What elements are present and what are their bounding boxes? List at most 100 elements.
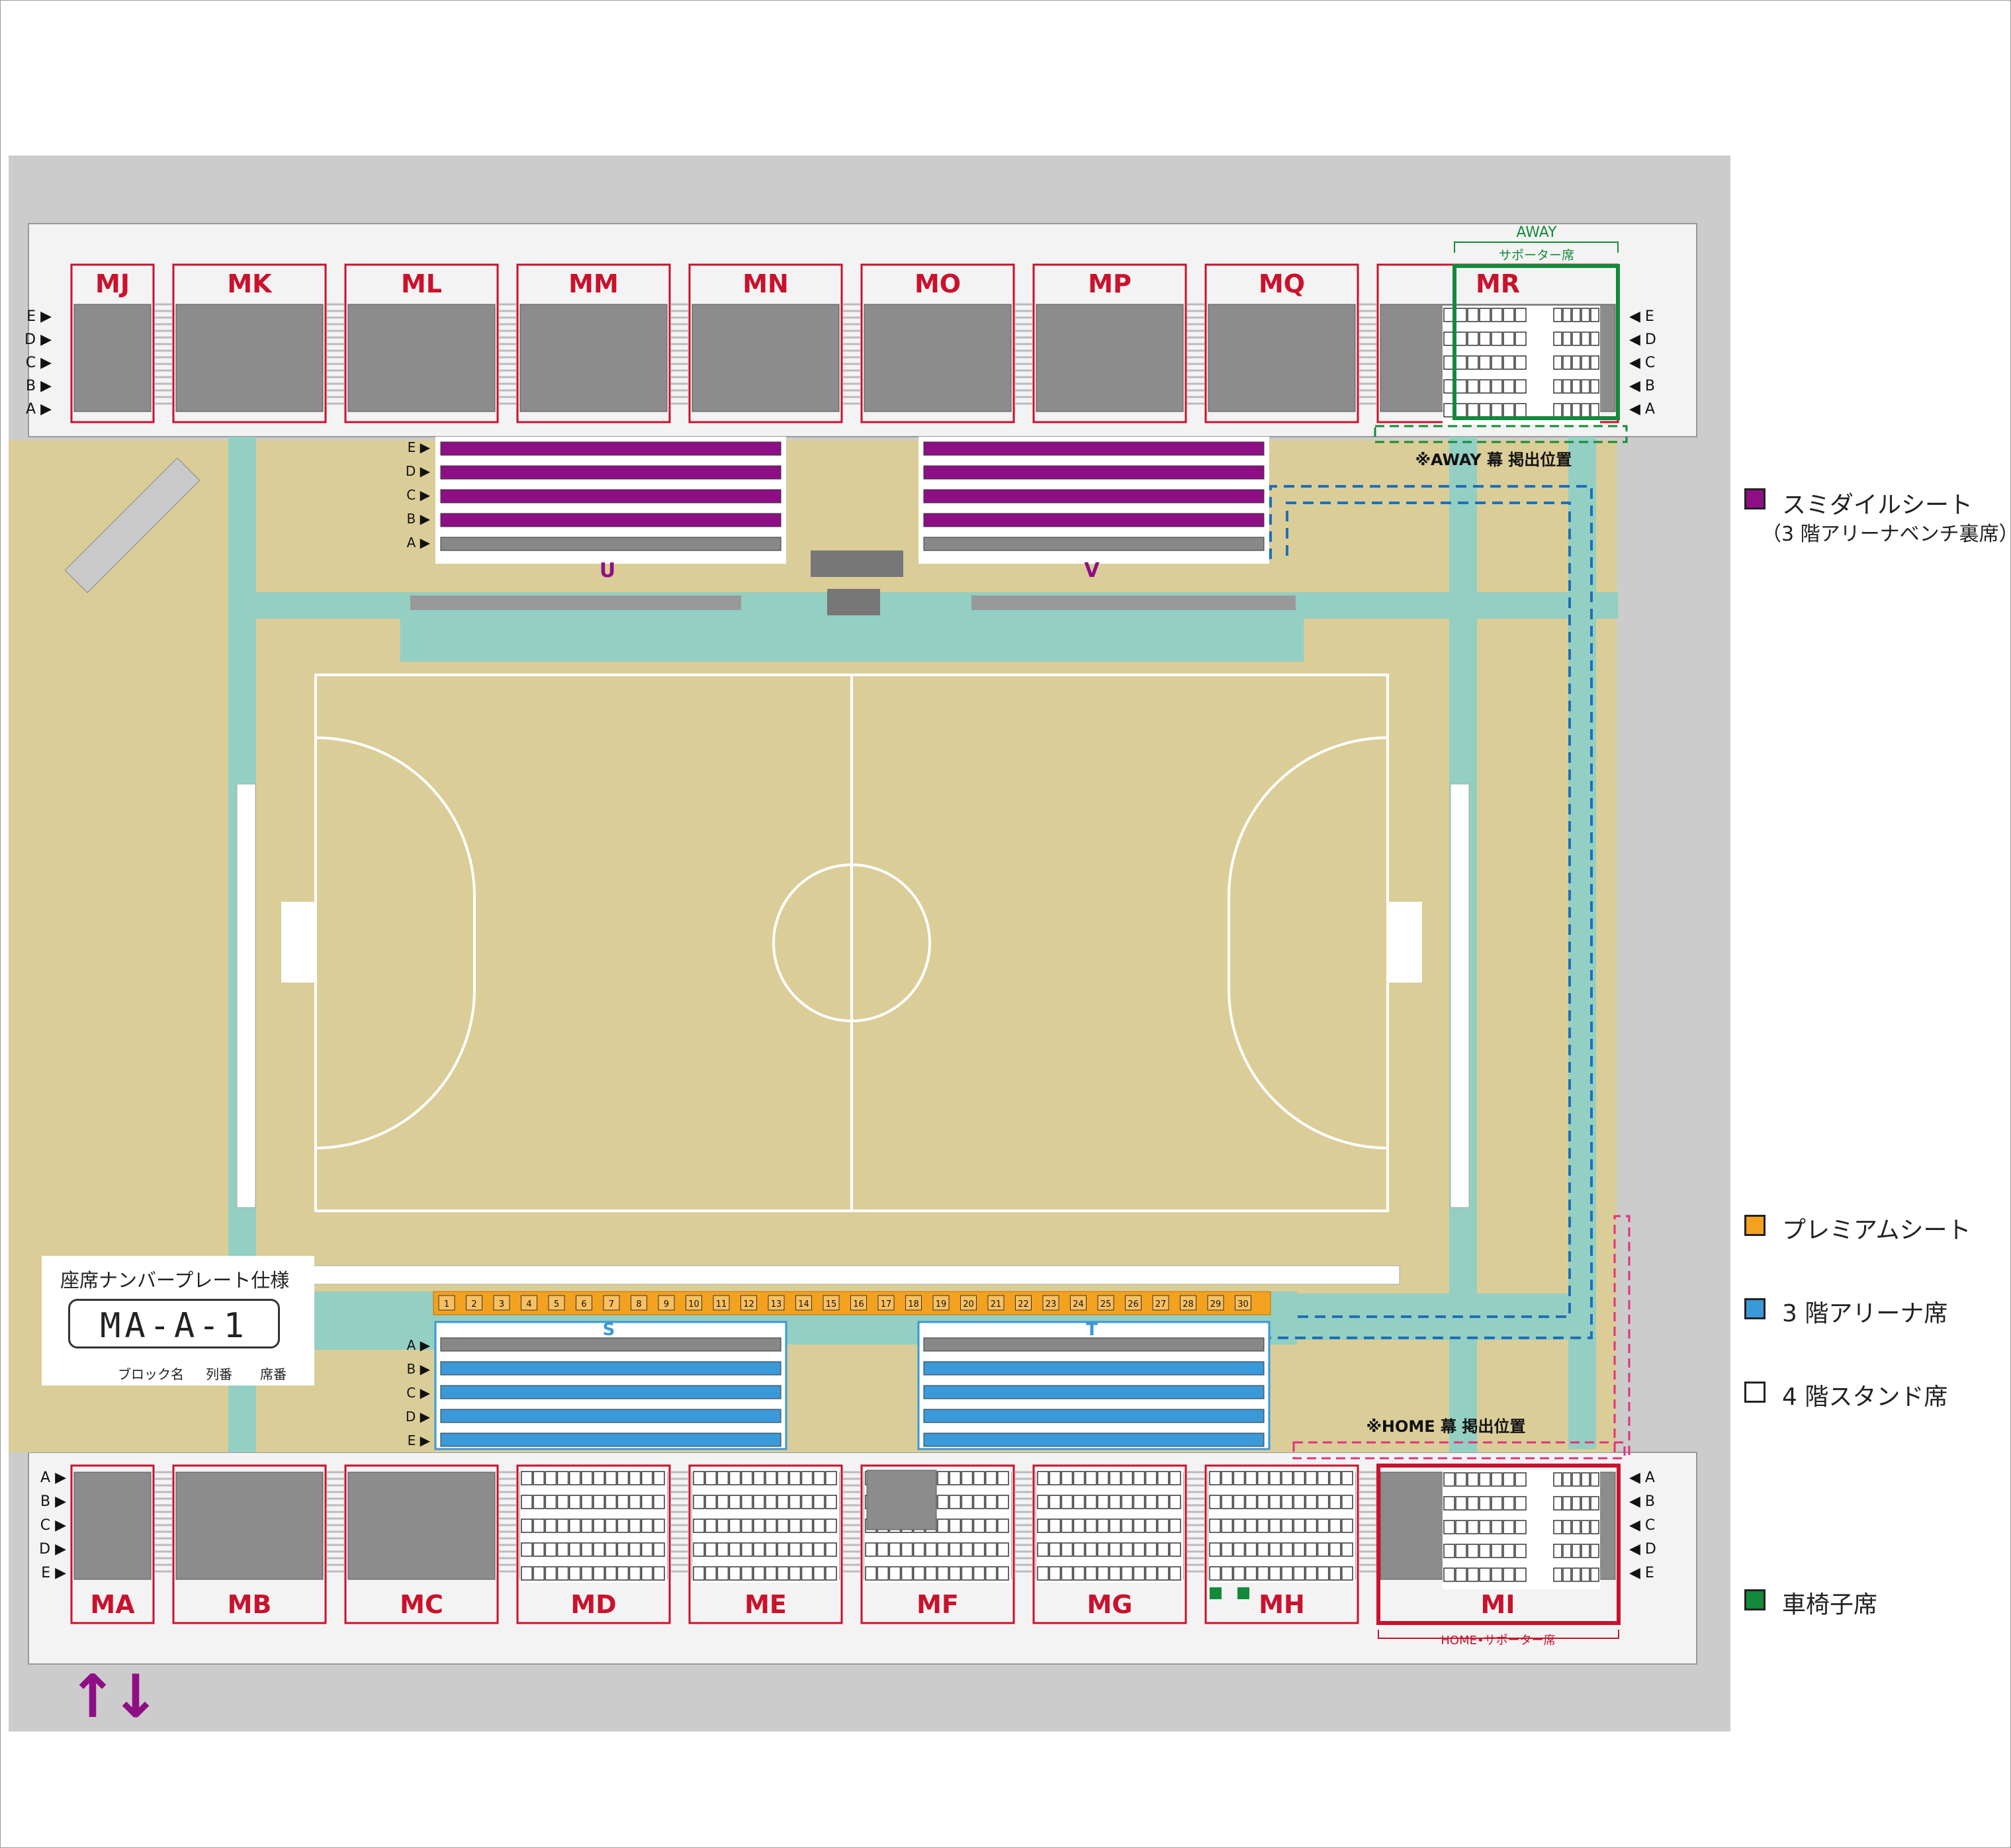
seat: [1455, 308, 1467, 322]
seat: [1515, 379, 1527, 394]
floor-seat-row: [971, 595, 1296, 610]
seat: [605, 1518, 617, 1533]
seat: [961, 1542, 973, 1557]
seat: [1221, 1566, 1233, 1581]
seat-row: [923, 1361, 1265, 1376]
seat: [997, 1471, 1009, 1485]
seat: [521, 1566, 533, 1581]
seat: [789, 1495, 801, 1509]
seat: [973, 1518, 985, 1533]
arrow-down-icon: ↓: [111, 1662, 160, 1732]
seat: [1293, 1566, 1306, 1581]
seat: [1503, 308, 1515, 322]
premium-seat-row[interactable]: 1 2 3 4 5 6 7 8 9 10 11 12 13 14 15 16 17 18 19 20 21 22 23 24 2…: [433, 1291, 1271, 1315]
seat: [1455, 355, 1467, 370]
seat: [961, 1518, 973, 1533]
seat: [1443, 1472, 1455, 1487]
seat: [1169, 1471, 1181, 1485]
row-label-bottom-right: ◀ C: [1629, 1517, 1655, 1534]
premium-seat-number: 7: [609, 1299, 614, 1309]
premium-seat-number: 3: [499, 1299, 504, 1309]
seat: [693, 1518, 705, 1533]
premium-seat-number: 18: [908, 1299, 919, 1309]
seat: [1553, 1472, 1562, 1487]
seat: [1491, 1544, 1503, 1558]
row-label-bottom-right: ◀ B: [1629, 1493, 1655, 1510]
seat: [1455, 403, 1467, 418]
seat-row: [923, 489, 1265, 504]
seat: [1221, 1495, 1233, 1509]
seat: [1133, 1495, 1145, 1509]
seat: [1455, 1496, 1467, 1511]
seat: [1109, 1471, 1121, 1485]
seat: [1503, 355, 1515, 370]
seat: [1329, 1495, 1341, 1509]
seat: [1553, 331, 1562, 346]
seat: [937, 1542, 949, 1557]
seat: [1145, 1542, 1157, 1557]
row-label-arena: A ▶: [407, 1337, 431, 1353]
seat-row: [923, 1409, 1265, 1423]
seat: [937, 1566, 949, 1581]
seat: [961, 1566, 973, 1581]
seat: [1515, 1544, 1527, 1558]
seat-plate-spec: 座席ナンバープレート仕様 MA-A-1 ブロック名 列番 席番: [42, 1256, 314, 1386]
block-label: MM: [568, 269, 619, 298]
seat: [1037, 1566, 1049, 1581]
seat: [1515, 308, 1527, 322]
seat: [568, 1566, 581, 1581]
premium-seat-number: 15: [826, 1299, 837, 1309]
seat: [777, 1518, 789, 1533]
seat: [1037, 1471, 1049, 1485]
seat: [1503, 1496, 1515, 1511]
seat: [1305, 1495, 1318, 1509]
premium-seat-number: 17: [881, 1299, 892, 1309]
seat: [1245, 1542, 1257, 1557]
seat: [1061, 1566, 1073, 1581]
seat: [593, 1542, 605, 1557]
row-label-bottom-left: A ▶: [40, 1470, 66, 1486]
seat: [729, 1471, 741, 1485]
seat: [1269, 1471, 1281, 1485]
seat: [1455, 1544, 1467, 1558]
block-seating: [1036, 304, 1184, 412]
row-label-arena: E ▶: [408, 439, 431, 455]
seat: [1467, 308, 1479, 322]
seat: [629, 1518, 641, 1533]
seat: [949, 1495, 961, 1509]
arena-section-v[interactable]: V: [918, 437, 1269, 582]
premium-seat-number: 24: [1073, 1299, 1084, 1309]
seat: [740, 1518, 753, 1533]
seat: [1061, 1495, 1073, 1509]
row-label-top-left: E ▶: [26, 308, 52, 325]
seat: [1467, 1544, 1479, 1558]
seat: [1515, 1520, 1527, 1534]
seat: [1341, 1566, 1353, 1581]
seat: [1479, 1567, 1491, 1582]
seat: [1515, 1472, 1527, 1487]
team-bench: [811, 550, 903, 577]
seat: [1169, 1495, 1181, 1509]
seat: [1133, 1518, 1145, 1533]
seat: [789, 1542, 801, 1557]
arena-section-t[interactable]: T: [917, 1320, 1271, 1450]
arena-section-s[interactable]: S: [434, 1320, 787, 1450]
legend-label-sumidairu: スミダイルシート: [1782, 492, 1973, 519]
seat: [740, 1471, 753, 1485]
seat: [949, 1542, 961, 1557]
seat: [1097, 1566, 1109, 1581]
arena-section-u[interactable]: U: [435, 437, 786, 582]
seat: [1257, 1542, 1269, 1557]
seat: [1515, 1496, 1527, 1511]
seat: [1269, 1495, 1281, 1509]
seat: [653, 1566, 665, 1581]
seat: [1121, 1566, 1134, 1581]
seat-rows-mh: [1208, 1469, 1355, 1583]
seat: [753, 1566, 765, 1581]
seat: [877, 1542, 889, 1557]
seat: [581, 1495, 593, 1509]
seat: [717, 1495, 729, 1509]
block-label: MJ: [95, 269, 130, 298]
seat: [1281, 1542, 1293, 1557]
premium-seat-number: 13: [771, 1299, 782, 1309]
